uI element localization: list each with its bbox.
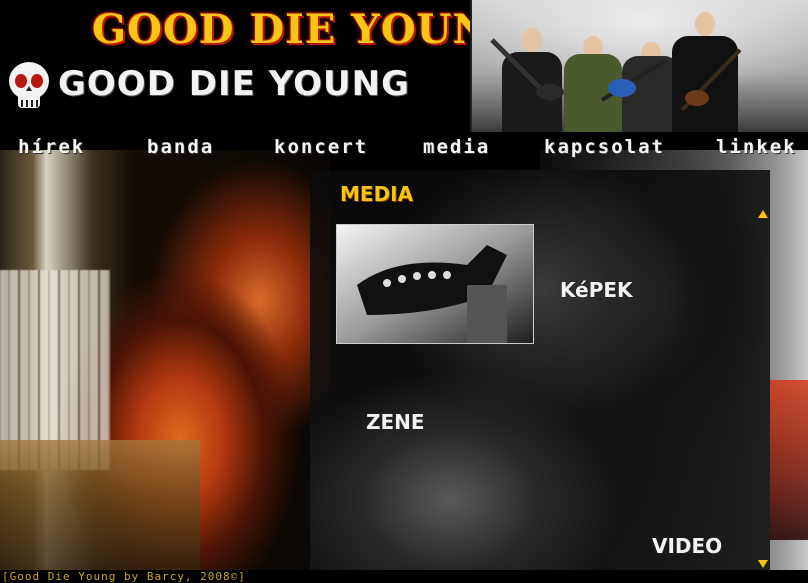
nav-item-kapcsolat[interactable]: kapcsolat [544, 136, 665, 160]
background-ground [0, 440, 200, 583]
nav-item-media[interactable]: media [423, 136, 490, 160]
video-link[interactable]: VIDEO [652, 534, 722, 558]
media-thumbnail[interactable] [336, 224, 534, 344]
site-subtitle: GOOD DIE YOUNG [58, 64, 410, 104]
band-photo [470, 0, 808, 132]
nav-item-linkek[interactable]: linkek [716, 136, 797, 160]
skull-icon [9, 62, 49, 108]
main-nav: hírek banda koncert media kapcsolat link… [0, 132, 808, 164]
media-panel: MEDIA KéPEK ZENE VIDEO [314, 174, 774, 568]
guitar-headstock-icon [337, 225, 533, 343]
background-red-detail [770, 380, 808, 540]
section-title: MEDIA [340, 182, 414, 206]
footer: [Good Die Young by Barcy, 2008©] [0, 570, 808, 583]
site-logo-title[interactable]: GOOD DIE YOUNG [92, 4, 525, 56]
nav-item-banda[interactable]: banda [147, 136, 214, 160]
scroll-up-icon[interactable] [758, 210, 768, 218]
header: GOOD DIE YOUNG GOOD DIE YOUNG [0, 0, 808, 135]
scroll-down-icon[interactable] [758, 560, 768, 568]
guitars-icon [490, 38, 742, 112]
nav-item-koncert[interactable]: koncert [274, 136, 368, 160]
kepek-link[interactable]: KéPEK [560, 278, 633, 302]
zene-link[interactable]: ZENE [366, 410, 425, 434]
nav-item-hirek[interactable]: hírek [18, 136, 85, 160]
